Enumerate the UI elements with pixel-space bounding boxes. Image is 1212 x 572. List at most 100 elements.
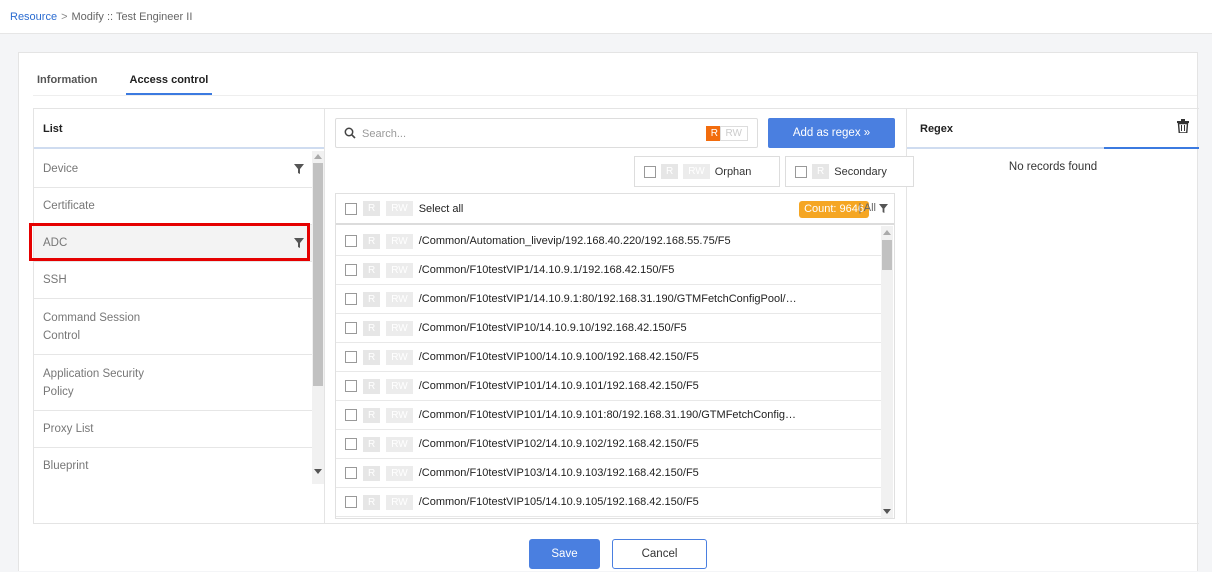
secondary-filter[interactable]: R Secondary: [785, 156, 914, 187]
list-scrollbar[interactable]: [312, 151, 324, 484]
row-r-tag[interactable]: R: [363, 378, 381, 394]
list-item-label-line1: Command Session: [43, 312, 141, 324]
save-button[interactable]: Save: [529, 539, 600, 569]
regex-panel-title: Regex: [920, 123, 954, 135]
list-item-proxy-list[interactable]: Proxy List: [34, 411, 312, 448]
table-row[interactable]: R RW/Common/F10testVIP1/14.10.9.1:80/192.…: [336, 285, 881, 314]
list-item-command-session-control[interactable]: Command Session Control: [34, 299, 312, 355]
all-filter[interactable]: | All: [858, 202, 888, 214]
header-r-tag[interactable]: R: [363, 201, 381, 216]
orphan-label: Orphan: [714, 165, 752, 178]
breadcrumb-resource-link[interactable]: Resource: [10, 11, 57, 23]
filter-icon[interactable]: [294, 164, 304, 174]
regex-empty-message: No records found: [1008, 161, 1098, 173]
adc-highlight-box: [29, 223, 310, 261]
list-panel-title: List: [34, 109, 324, 149]
row-rw-tag[interactable]: RW: [386, 407, 413, 423]
list-item-certificate[interactable]: Certificate: [34, 188, 312, 225]
search-input[interactable]: [362, 125, 662, 142]
row-checkbox[interactable]: [345, 409, 357, 421]
orphan-rw-tag[interactable]: RW: [683, 164, 710, 179]
scroll-up-arrow-icon[interactable]: [883, 230, 891, 235]
regex-panel-header: Regex: [907, 109, 1199, 149]
header-rw-tag[interactable]: RW: [386, 201, 413, 216]
list-item-blueprint[interactable]: Blueprint: [34, 448, 312, 485]
row-checkbox[interactable]: [345, 380, 357, 392]
select-all-checkbox[interactable]: [345, 202, 357, 215]
orphan-filter[interactable]: R RW Orphan: [634, 156, 780, 187]
row-r-tag[interactable]: R: [363, 233, 381, 249]
row-checkbox[interactable]: [345, 264, 357, 276]
row-r-tag[interactable]: R: [363, 349, 381, 365]
row-rw-tag[interactable]: RW: [386, 465, 413, 481]
list-item-ssh[interactable]: SSH: [34, 262, 312, 299]
scroll-up-arrow-icon[interactable]: [314, 154, 322, 159]
row-r-tag[interactable]: R: [363, 320, 381, 336]
row-checkbox[interactable]: [345, 293, 357, 305]
table-header: R RW Select all Count: 9646 | All: [336, 194, 894, 225]
all-filter-label: | All: [858, 202, 876, 214]
row-checkbox[interactable]: [345, 467, 357, 479]
row-rw-tag[interactable]: RW: [386, 378, 413, 394]
table-row[interactable]: R RW/Common/Automation_livevip/192.168.40…: [336, 227, 881, 256]
list-item-label-line2: Control: [43, 330, 81, 342]
row-checkbox[interactable]: [345, 438, 357, 450]
select-all-label: Select all: [418, 202, 464, 215]
secondary-r-tag[interactable]: R: [812, 164, 830, 179]
secondary-checkbox[interactable]: [795, 165, 807, 178]
table-row[interactable]: R RW/Common/F10testVIP103/14.10.9.103/192…: [336, 459, 881, 488]
scroll-down-arrow-icon[interactable]: [883, 509, 891, 514]
search-icon: [344, 127, 356, 139]
list-item-label-line1: Application Security: [43, 368, 144, 380]
orphan-checkbox[interactable]: [644, 165, 656, 178]
row-r-tag[interactable]: R: [363, 407, 381, 423]
row-checkbox[interactable]: [345, 235, 357, 247]
row-rw-tag[interactable]: RW: [386, 494, 413, 510]
row-path: /Common/F10testVIP105/14.10.9.105/192.16…: [418, 496, 699, 508]
regex-panel: Regex No records found: [907, 108, 1199, 523]
tab-information[interactable]: Information: [37, 69, 98, 95]
table-scrollbar[interactable]: [881, 226, 893, 518]
row-r-tag[interactable]: R: [363, 262, 381, 278]
row-r-tag[interactable]: R: [363, 465, 381, 481]
table-row[interactable]: R RW/Common/F10testVIP1/14.10.9.1/192.168…: [336, 256, 881, 285]
filter-icon[interactable]: [879, 203, 888, 213]
table-row[interactable]: R RW/Common/F10testVIP105/14.10.9.105/192…: [336, 488, 881, 517]
scroll-down-arrow-icon[interactable]: [314, 469, 322, 474]
breadcrumb-separator: >: [61, 11, 68, 23]
row-path: /Common/F10testVIP1/14.10.9.1/192.168.42…: [418, 264, 675, 276]
row-r-tag[interactable]: R: [363, 436, 381, 452]
list-item-device[interactable]: Device: [34, 151, 312, 188]
table-row[interactable]: R RW/Common/F10testVIP100/14.10.9.100/192…: [336, 343, 881, 372]
search-rw-toggle[interactable]: RW: [719, 126, 748, 141]
add-as-regex-button[interactable]: Add as regex »: [768, 118, 895, 148]
breadcrumb: Resource > Modify :: Test Engineer II: [10, 11, 192, 23]
table-scroll-thumb[interactable]: [882, 240, 892, 270]
orphan-r-tag[interactable]: R: [661, 164, 679, 179]
row-rw-tag[interactable]: RW: [386, 291, 413, 307]
table-row[interactable]: R RW/Common/F10testVIP101/14.10.9.101/192…: [336, 372, 881, 401]
list-item-application-security-policy[interactable]: Application Security Policy: [34, 355, 312, 411]
row-path: /Common/Automation_livevip/192.168.40.22…: [418, 235, 731, 247]
table-row[interactable]: R RW/Common/F10testVIP10/14.10.9.10/192.1…: [336, 314, 881, 343]
row-path: /Common/F10testVIP103/14.10.9.103/192.16…: [418, 467, 699, 479]
trash-icon[interactable]: [1177, 119, 1189, 133]
cancel-button[interactable]: Cancel: [612, 539, 707, 569]
row-r-tag[interactable]: R: [363, 291, 381, 307]
tab-access-control[interactable]: Access control: [125, 69, 213, 95]
table-row[interactable]: R RW/Common/F10testVIP101/14.10.9.101:80/…: [336, 401, 881, 430]
list-scroll-thumb[interactable]: [313, 163, 323, 386]
row-rw-tag[interactable]: RW: [386, 233, 413, 249]
row-rw-tag[interactable]: RW: [386, 436, 413, 452]
row-path: /Common/F10testVIP102/14.10.9.102/192.16…: [418, 438, 699, 450]
table-row[interactable]: R RW/Common/F10testVIP102/14.10.9.102/192…: [336, 430, 881, 459]
row-r-tag[interactable]: R: [363, 494, 381, 510]
row-checkbox[interactable]: [345, 322, 357, 334]
search-box[interactable]: R RW: [335, 118, 758, 148]
secondary-label: Secondary: [834, 165, 887, 178]
row-checkbox[interactable]: [345, 351, 357, 363]
row-rw-tag[interactable]: RW: [386, 320, 413, 336]
row-checkbox[interactable]: [345, 496, 357, 508]
row-rw-tag[interactable]: RW: [386, 262, 413, 278]
row-rw-tag[interactable]: RW: [386, 349, 413, 365]
